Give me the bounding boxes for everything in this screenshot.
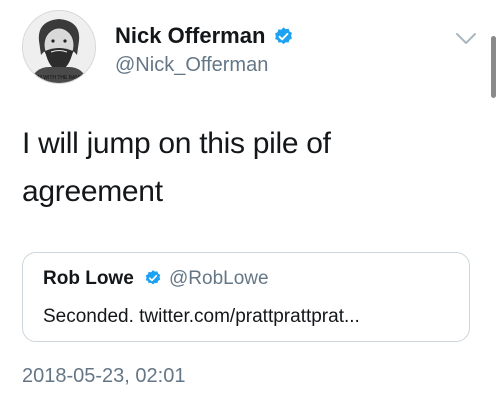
verified-badge-icon: [145, 270, 161, 285]
quoted-author-name: Rob Lowe: [43, 268, 134, 289]
verified-badge-icon: [275, 27, 292, 44]
chevron-down-icon[interactable]: [455, 32, 477, 46]
quoted-author-handle: @RobLowe: [169, 268, 269, 289]
quoted-tweet-card[interactable]: Rob Lowe @RobLowe Seconded. twitter.com/…: [22, 252, 470, 342]
tweet-text-line: I will jump on this pile of: [22, 127, 331, 160]
svg-text:I'M WITH THE BAND: I'M WITH THE BAND: [35, 75, 83, 81]
tweet-text: I will jump on this pile of agreement: [22, 120, 462, 216]
tweet-text-line: agreement: [22, 175, 163, 208]
tweet-timestamp[interactable]: 2018-05-23, 02:01: [22, 364, 185, 388]
scrollbar[interactable]: [491, 36, 496, 98]
author-avatar[interactable]: I'M WITH THE BAND: [22, 10, 96, 84]
author-display-name[interactable]: Nick Offerman: [115, 22, 265, 50]
quoted-tweet-text: Seconded. twitter.com/prattprattprat...: [43, 306, 360, 327]
author-handle[interactable]: @Nick_Offerman: [115, 53, 268, 77]
